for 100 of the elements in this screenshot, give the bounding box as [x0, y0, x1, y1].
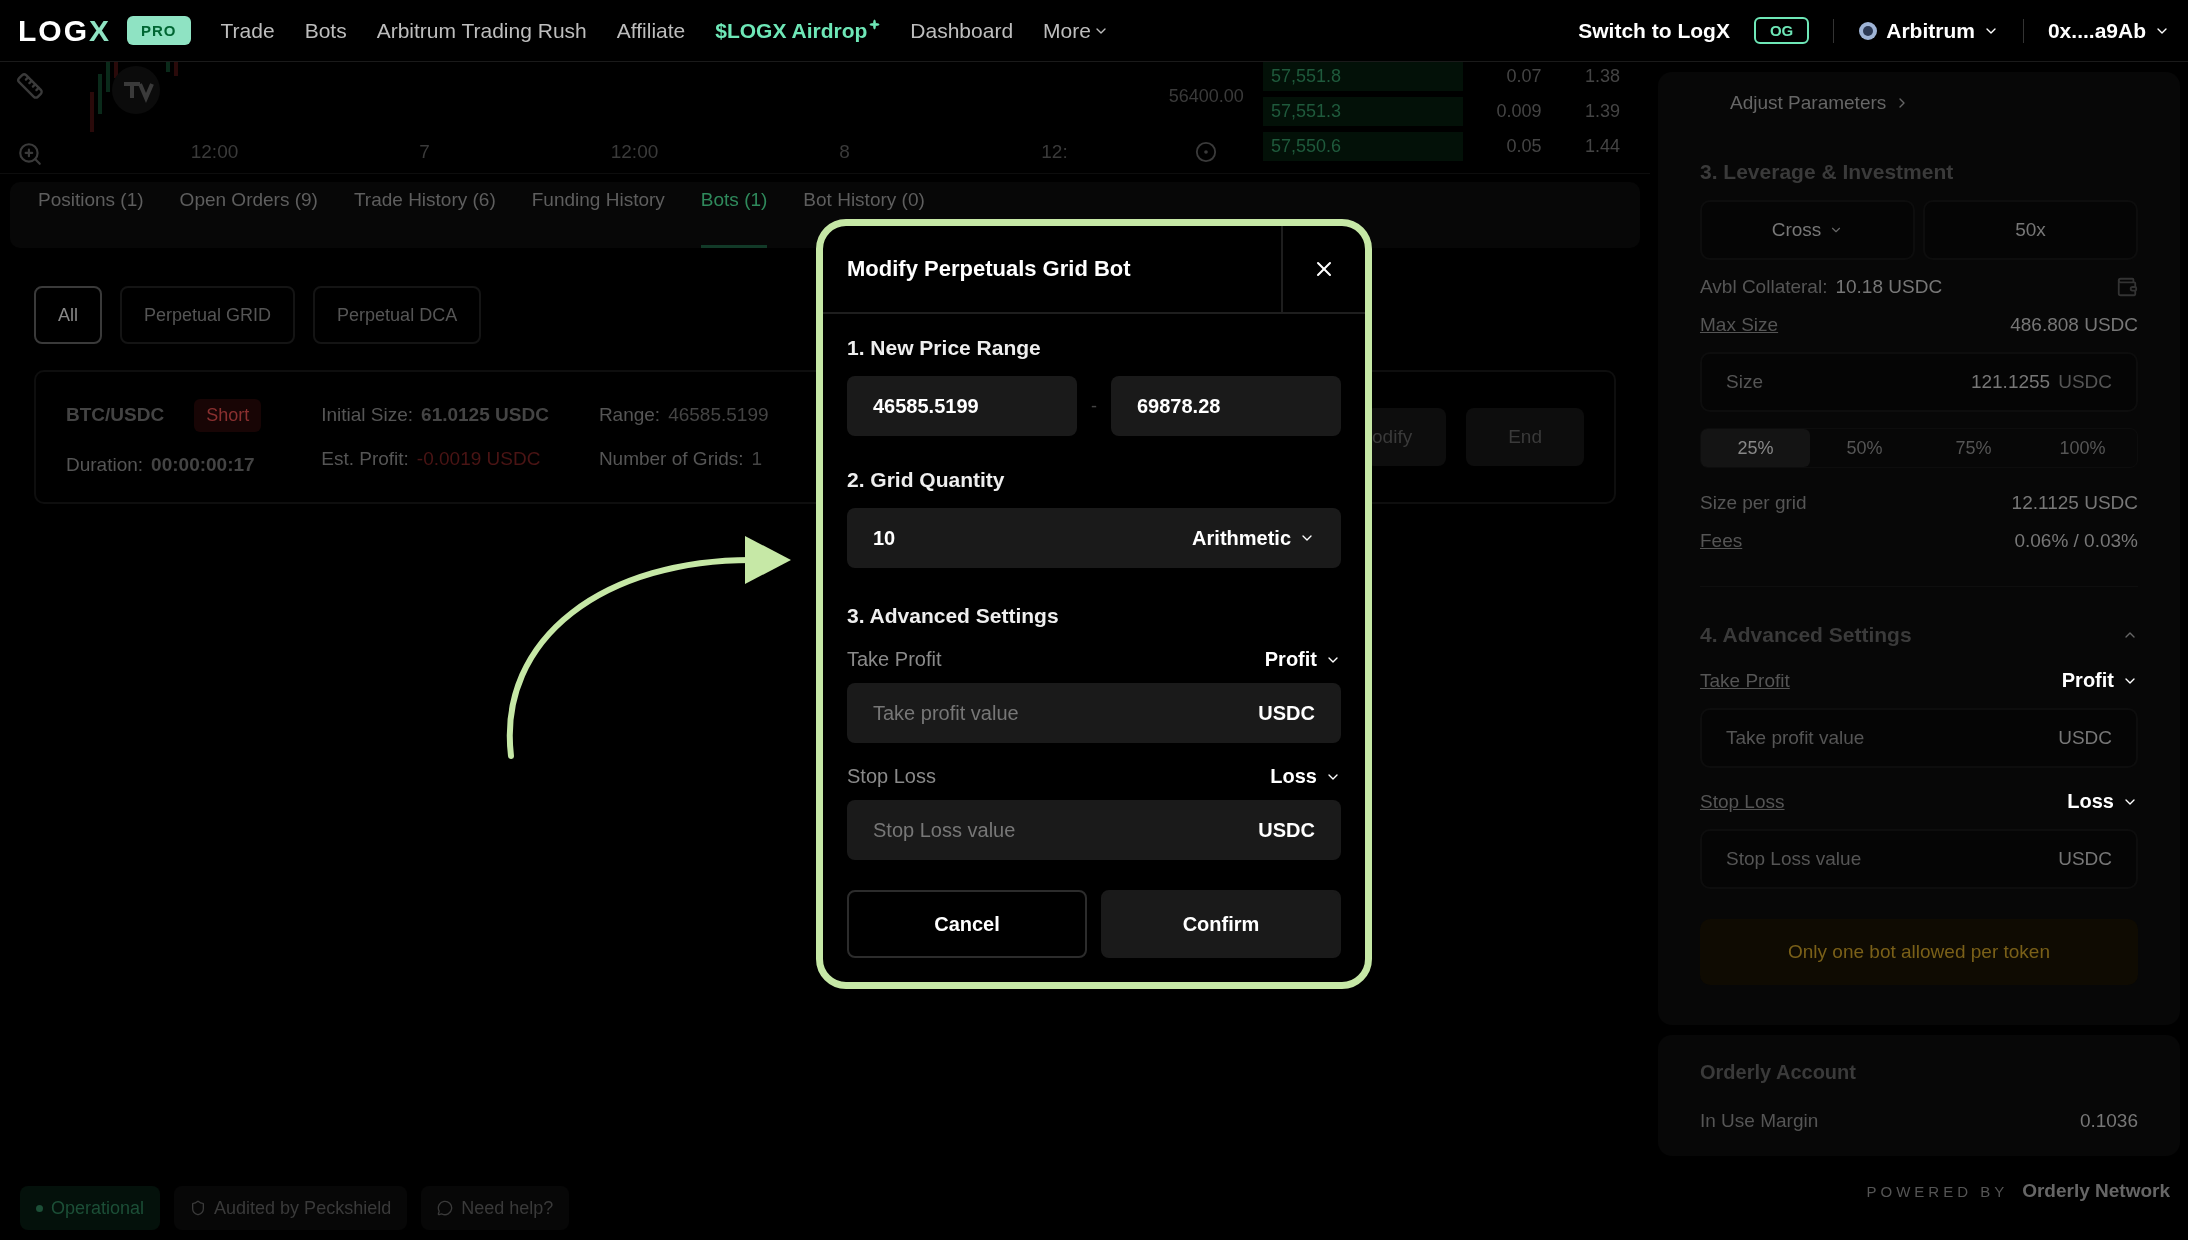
stop-loss-field[interactable]: Stop Loss value USDC [847, 800, 1341, 860]
fees-label: Fees [1700, 530, 1743, 552]
section-title: 2. Grid Quantity [847, 468, 1006, 492]
grid-quantity-field[interactable]: 10 Arithmetic [847, 508, 1341, 568]
og-badge: OG [1753, 17, 1810, 44]
axis-label: 7 [418, 141, 431, 163]
initial-size-label: Initial Size: [321, 404, 414, 426]
nav-menu[interactable]: More [1043, 18, 1109, 43]
take-profit-field[interactable]: Take profit value USDC [847, 683, 1341, 743]
profit-select[interactable]: Profit [1264, 648, 1341, 671]
placeholder-text: Stop Loss value [1726, 848, 1862, 870]
unit-label: USDC [1258, 818, 1315, 842]
profit-select[interactable]: Profit [2061, 669, 2138, 692]
margin-value: 0.1036 [2079, 1110, 2138, 1132]
stop-loss-field[interactable]: Stop Loss value USDC [1700, 829, 2138, 889]
order-total: 1.38 [1583, 66, 1620, 87]
confirm-button[interactable]: Confirm [1101, 890, 1341, 958]
nav-link[interactable]: Dashboard [910, 18, 1014, 43]
candle [89, 92, 94, 132]
modal-title: Modify Perpetuals Grid Bot [846, 255, 1132, 283]
account-menu[interactable]: 0x....a9Ab [2047, 18, 2170, 43]
price-min-field[interactable]: 46585.5199 [847, 376, 1077, 436]
est-profit-label: Est. Profit: [321, 448, 409, 470]
zoom-in-icon[interactable] [16, 141, 43, 167]
unit-label: USDC [2058, 371, 2112, 393]
axis-label: 12: [1040, 141, 1069, 163]
take-profit-label: Take Profit [847, 648, 942, 671]
candle [105, 62, 110, 92]
stop-loss-label: Stop Loss [1700, 790, 1785, 813]
range-value: 46585.5199 [668, 404, 769, 426]
ruler-icon[interactable] [15, 72, 44, 100]
size-per-grid-value: 12.1125 USDC [2011, 492, 2138, 514]
grids-value: 1 [751, 448, 763, 470]
range-label: Range: [598, 404, 661, 426]
grid-quantity-input[interactable]: 10 [873, 518, 1073, 558]
percent-button[interactable]: 25% [1701, 429, 1810, 467]
candle [97, 74, 102, 114]
nav-link[interactable]: Affiliate [616, 18, 686, 43]
axis-label: 12:00 [609, 141, 660, 163]
candle [113, 62, 118, 78]
order-price: 57,551.8 [1263, 62, 1463, 91]
size-per-grid-label: Size per grid [1700, 492, 1807, 514]
filter-chip[interactable]: All [34, 286, 102, 344]
sparkle-icon [869, 18, 881, 30]
network-name: Orderly Network [2022, 1180, 2170, 1202]
nav-link[interactable]: Trade [220, 18, 275, 43]
fees-value: 0.06% / 0.03% [2014, 530, 2138, 552]
loss-select[interactable]: Loss [2067, 790, 2138, 813]
take-profit-field[interactable]: Take profit value USDC [1700, 708, 2138, 768]
collateral-value: 10.18 USDC [1835, 276, 1943, 298]
range-separator: - [1091, 395, 1097, 417]
network-icon [1858, 20, 1879, 41]
pro-badge: PRO [127, 16, 191, 45]
duration-value: 00:00:00:17 [151, 453, 255, 476]
nav-link[interactable]: $LOGX Airdrop [715, 18, 881, 43]
order-price: 57,551.3 [1263, 97, 1463, 126]
price-min-input[interactable]: 46585.5199 [873, 386, 1051, 426]
cancel-button[interactable]: Cancel [847, 890, 1087, 958]
axis-label: 12:00 [189, 141, 240, 163]
take-profit-input[interactable]: Take profit value [873, 693, 1259, 733]
section-title: 3. Advanced Settings [847, 604, 1060, 628]
margin-label: In Use Margin [1700, 1110, 1819, 1132]
nav-link[interactable]: Bots [304, 18, 347, 43]
chat-icon [437, 1200, 454, 1216]
unit-label: USDC [1258, 701, 1315, 725]
price-max-input[interactable]: 69878.28 [1137, 386, 1315, 426]
grids-label: Number of Grids: [598, 448, 744, 470]
candle [165, 62, 170, 72]
axis-label: 8 [838, 141, 851, 163]
max-size-value: 486.808 USDC [2010, 314, 2138, 336]
placeholder-text: Take profit value [1726, 727, 1865, 749]
margin-mode-select[interactable]: Cross [1700, 200, 1915, 260]
status-dot [36, 1204, 43, 1212]
network-selector[interactable]: Arbitrum [1858, 18, 1999, 43]
status-text: Operational [51, 1197, 145, 1219]
duration-label: Duration: [66, 453, 144, 476]
switch-link[interactable]: Switch to LogX [1578, 18, 1730, 43]
order-total: 1.39 [1583, 101, 1620, 122]
wallet-icon[interactable] [2116, 276, 2138, 298]
pair-name: BTC/USDC [66, 404, 165, 426]
order-total: 1.44 [1583, 136, 1620, 157]
order-amount: 0.009 [1495, 101, 1542, 122]
logo: LOGX [18, 13, 111, 48]
tab[interactable]: Bots (1) [700, 189, 768, 248]
size-field[interactable]: Size 121.1255 USDC [1700, 352, 2138, 412]
loss-select[interactable]: Loss [1270, 765, 1341, 788]
take-profit-label: Take Profit [1700, 669, 1790, 692]
warning-banner: Only one bot allowed per token [1700, 919, 2138, 985]
grid-mode-select[interactable]: Arithmetic [1192, 526, 1315, 550]
nav-link[interactable]: Arbitrum Trading Rush [376, 18, 587, 43]
size-value: 121.1255 [1970, 371, 2051, 393]
size-label: Size [1726, 371, 1763, 393]
stop-loss-input[interactable]: Stop Loss value [873, 810, 1259, 850]
leverage-button[interactable]: 50x [1923, 200, 2138, 260]
initial-size-value: 61.0125 USDC [421, 404, 549, 426]
adjust-parameters-link[interactable]: Adjust Parameters [1730, 92, 1887, 114]
collateral-label: Avbl Collateral: [1700, 276, 1828, 298]
price-max-field[interactable]: 69878.28 [1111, 376, 1341, 436]
unit-label: USDC [2058, 727, 2112, 749]
est-profit-value: -0.0019 USDC [416, 448, 541, 470]
